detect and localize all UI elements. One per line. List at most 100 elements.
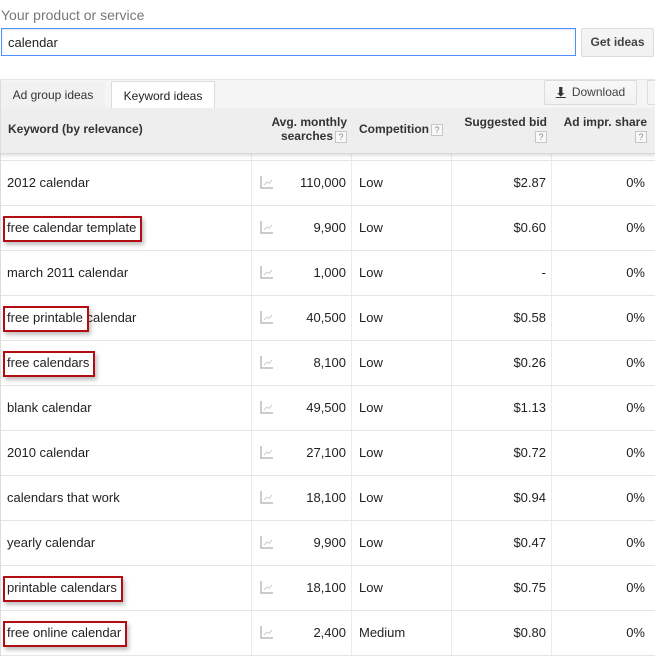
ad-impr-share-cell: 0% <box>626 355 645 370</box>
column-divider <box>451 251 452 295</box>
search-label: Your product or service <box>1 7 145 23</box>
keyword-cell: printable calendars <box>7 580 117 595</box>
suggested-bid-cell: $0.26 <box>513 355 546 370</box>
help-icon[interactable]: ? <box>335 130 347 143</box>
suggested-bid-cell: $2.87 <box>513 175 546 190</box>
ad-impr-share-cell: 0% <box>626 265 645 280</box>
column-divider <box>251 521 252 565</box>
column-divider <box>251 476 252 520</box>
keyword-cell: free printable calendar <box>7 310 137 325</box>
column-divider <box>351 431 352 475</box>
table-row[interactable]: 2010 calendar 27,100 Low $0.72 0% <box>1 431 655 476</box>
table-row[interactable]: free calendars 8,100 Low $0.26 0% <box>1 341 655 386</box>
column-divider <box>351 386 352 430</box>
table-row[interactable]: yearly calendar 9,900 Low $0.47 0% <box>1 521 655 566</box>
suggested-bid-cell: $0.80 <box>513 625 546 640</box>
table-row[interactable]: free calendar template 9,900 Low $0.60 0… <box>1 206 655 251</box>
tab-ad-group-ideas[interactable]: Ad group ideas <box>1 81 105 109</box>
column-divider <box>551 386 552 430</box>
table-row[interactable]: printable calendars 18,100 Low $0.75 0% <box>1 566 655 611</box>
column-divider <box>551 296 552 340</box>
column-divider <box>351 296 352 340</box>
table-spacer <box>1 154 655 161</box>
competition-cell: Low <box>359 445 383 460</box>
keyword-cell: calendars that work <box>7 490 120 505</box>
tab-keyword-ideas[interactable]: Keyword ideas <box>111 81 215 109</box>
column-divider <box>351 251 352 295</box>
column-divider <box>551 566 552 610</box>
keyword-cell: 2012 calendar <box>7 175 90 190</box>
help-icon[interactable]: ? <box>535 130 547 143</box>
column-divider <box>451 161 452 205</box>
column-divider <box>251 296 252 340</box>
column-header-avg-searches[interactable]: Avg. monthly searches? <box>253 115 347 143</box>
avg-searches-cell: 8,100 <box>313 355 346 370</box>
competition-cell: Low <box>359 535 383 550</box>
ad-impr-share-cell: 0% <box>626 310 645 325</box>
column-divider <box>351 341 352 385</box>
competition-cell: Medium <box>359 625 406 640</box>
competition-header-label: Competition <box>359 122 429 136</box>
get-ideas-button[interactable]: Get ideas <box>581 28 654 57</box>
column-divider <box>351 521 352 565</box>
avg-searches-cell: 18,100 <box>306 580 346 595</box>
table-row[interactable]: 2012 calendar 110,000 Low $2.87 0% <box>1 161 655 206</box>
column-header-suggested-bid[interactable]: Suggested bid ? <box>453 115 547 143</box>
avg-searches-cell: 27,100 <box>306 445 346 460</box>
column-header-keyword[interactable]: Keyword (by relevance) <box>8 122 143 136</box>
table-header: Keyword (by relevance) Avg. monthly sear… <box>0 108 655 154</box>
column-header-ad-impr-share[interactable]: Ad impr. share ? <box>553 115 647 143</box>
competition-cell: Low <box>359 220 383 235</box>
column-divider <box>551 431 552 475</box>
download-arrow-icon: ⬇ <box>555 85 566 99</box>
table-row[interactable]: march 2011 calendar 1,000 Low - 0% <box>1 251 655 296</box>
table-row[interactable]: calendars that work 18,100 Low $0.94 0% <box>1 476 655 521</box>
column-divider <box>551 521 552 565</box>
column-divider <box>451 341 452 385</box>
keyword-cell: free online calendar <box>7 625 122 640</box>
column-divider <box>251 341 252 385</box>
avg-searches-cell: 40,500 <box>306 310 346 325</box>
table-row[interactable]: blank calendar 49,500 Low $1.13 0% <box>1 386 655 431</box>
competition-cell: Low <box>359 490 383 505</box>
keyword-table-body: 2012 calendar 110,000 Low $2.87 0% free … <box>0 154 655 656</box>
avg-searches-cell: 2,400 <box>313 625 346 640</box>
column-divider <box>351 206 352 250</box>
avg-searches-cell: 9,900 <box>313 220 346 235</box>
help-icon[interactable]: ? <box>635 130 647 143</box>
keyword-cell: blank calendar <box>7 400 92 415</box>
column-divider <box>351 566 352 610</box>
avg-searches-cell: 49,500 <box>306 400 346 415</box>
keyword-cell: 2010 calendar <box>7 445 90 460</box>
column-divider <box>551 341 552 385</box>
competition-cell: Low <box>359 310 383 325</box>
help-icon[interactable]: ? <box>431 123 443 136</box>
avg-searches-cell: 9,900 <box>313 535 346 550</box>
suggested-bid-cell: $0.94 <box>513 490 546 505</box>
column-divider <box>351 476 352 520</box>
ad-impr-share-cell: 0% <box>626 400 645 415</box>
column-divider <box>251 251 252 295</box>
column-divider <box>551 251 552 295</box>
avg-header-line2: searches <box>280 129 333 143</box>
keyword-cell: free calendars <box>7 355 90 370</box>
more-button[interactable] <box>647 80 655 105</box>
column-divider <box>451 521 452 565</box>
download-label: Download <box>571 85 626 99</box>
suggested-bid-cell: $0.47 <box>513 535 546 550</box>
suggested-bid-cell: $0.72 <box>513 445 546 460</box>
download-button[interactable]: ⬇ Download <box>544 80 637 105</box>
column-divider <box>451 566 452 610</box>
column-divider <box>451 206 452 250</box>
competition-cell: Low <box>359 580 383 595</box>
column-divider <box>551 611 552 655</box>
table-row[interactable]: free online calendar 2,400 Medium $0.80 … <box>1 611 655 656</box>
competition-cell: Low <box>359 400 383 415</box>
column-header-competition[interactable]: Competition? <box>359 122 443 136</box>
table-row[interactable]: free printable calendar 40,500 Low $0.58… <box>1 296 655 341</box>
keyword-cell: march 2011 calendar <box>7 265 129 280</box>
column-divider <box>251 161 252 205</box>
column-divider <box>451 611 452 655</box>
ad-impr-share-cell: 0% <box>626 445 645 460</box>
product-search-input[interactable] <box>1 28 576 56</box>
